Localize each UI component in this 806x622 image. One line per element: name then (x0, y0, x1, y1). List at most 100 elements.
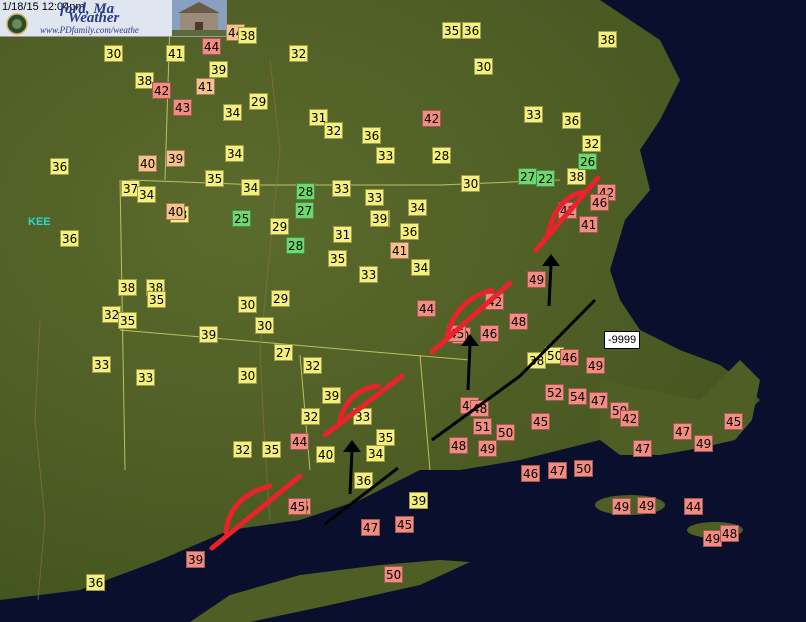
temperature-observation: 40 (166, 203, 186, 220)
temperature-observation: 35 (442, 22, 462, 39)
temperature-observation: 36 (462, 22, 482, 39)
temperature-observation: 49 (586, 357, 606, 374)
temperature-observation: 42 (422, 110, 442, 127)
temperature-observation: 43 (173, 99, 193, 116)
temperature-observation: 49 (612, 498, 632, 515)
temperature-observation: 29 (249, 93, 269, 110)
temperature-observation: 48 (720, 525, 740, 542)
temperature-observation: 30 (474, 58, 494, 75)
temperature-observation: 51 (473, 418, 493, 435)
temperature-observation: 42 (558, 202, 578, 219)
weather-map: 3031342424443841443938424130294334313236… (0, 0, 806, 622)
temperature-observation: 38 (118, 279, 138, 296)
temperature-observation: 45 (724, 413, 744, 430)
temperature-observation: 33 (353, 408, 373, 425)
temperature-observation: 41 (579, 216, 599, 233)
temperature-observation: 35 (376, 429, 396, 446)
temperature-observation: 39 (166, 150, 186, 167)
temperature-observation: 44 (202, 38, 222, 55)
temperature-observation: 39 (186, 551, 206, 568)
temperature-observation: 42 (485, 293, 505, 310)
temperature-observation: 39 (370, 210, 390, 227)
temperature-observation: 36 (400, 223, 420, 240)
site-header: 1/18/15 12:04pm ford, Ma Weather www.PDf… (0, 0, 227, 37)
temperature-observation: 40 (316, 446, 336, 463)
temperature-observation: 41 (390, 242, 410, 259)
temperature-observation: 41 (196, 78, 216, 95)
temperature-observation: 22 (536, 170, 556, 187)
temperature-observation: 44 (684, 498, 704, 515)
temperature-observation: 34 (241, 179, 261, 196)
temperature-observation: 47 (673, 423, 693, 440)
temperature-observation: 25 (232, 210, 252, 227)
temperature-observation: 47 (589, 392, 609, 409)
temperature-observation: 39 (409, 492, 429, 509)
temperature-observation: 32 (582, 135, 602, 152)
temperature-observation: 39 (322, 387, 342, 404)
temperature-observation: 45 (395, 516, 415, 533)
temperature-observation: 33 (365, 189, 385, 206)
temperature-observation: 30 (255, 317, 275, 334)
temperature-observation: 39 (209, 61, 229, 78)
temperature-observation: 30 (238, 367, 258, 384)
temperature-observation: 30 (104, 45, 124, 62)
temperature-observation: 45 (531, 413, 551, 430)
temperature-observation: 27 (518, 168, 538, 185)
temperature-observation: 36 (354, 472, 374, 489)
temperature-observation: 35 (328, 250, 348, 267)
temperature-observation: 48 (509, 313, 529, 330)
temperature-observation: 38 (527, 352, 547, 369)
temperature-observation: 49 (527, 271, 547, 288)
temperature-observation: 39 (199, 326, 219, 343)
temperature-observation: 31 (333, 226, 353, 243)
temperature-observation: 32 (301, 408, 321, 425)
temperature-observation: 33 (524, 106, 544, 123)
temperature-observation: 46 (560, 349, 580, 366)
temperature-observation: 46 (480, 325, 500, 342)
temperature-observation: 50 (384, 566, 404, 583)
temperature-observation: 50 (496, 424, 516, 441)
temperature-observation: 36 (60, 230, 80, 247)
temperature-observation: 27 (274, 344, 294, 361)
temperature-observation: 33 (332, 180, 352, 197)
town-seal-icon (6, 13, 28, 35)
temperature-observation: 52 (545, 384, 565, 401)
temperature-observation: 26 (578, 153, 598, 170)
temperature-observation: 45 (288, 498, 308, 515)
temperature-observation: 36 (86, 574, 106, 591)
temperature-observation: 30 (238, 296, 258, 313)
temperature-observation: 46 (521, 465, 541, 482)
temperature-observation: 32 (233, 441, 253, 458)
temperature-observation: 34 (411, 259, 431, 276)
temperature-observation: 33 (136, 369, 156, 386)
temperature-observation: 47 (361, 519, 381, 536)
temperature-observation: 29 (271, 290, 291, 307)
temperature-observation: 44 (417, 300, 437, 317)
temperature-observation: 32 (324, 122, 344, 139)
temperature-observation: 47 (548, 462, 568, 479)
temperature-observation: 49 (637, 497, 657, 514)
temperature-observation: 34 (223, 104, 243, 121)
temperature-observation: 49 (478, 440, 498, 457)
missing-value-label: -9999 (604, 331, 641, 349)
temperature-observation: 28 (286, 237, 306, 254)
temperature-observation: 35 (205, 170, 225, 187)
temperature-observation: 48 (449, 437, 469, 454)
temperature-observation: 30 (461, 175, 481, 192)
temperature-observation: 34 (225, 145, 245, 162)
temperature-observation: 44 (290, 433, 310, 450)
temperature-observation: 27 (295, 202, 315, 219)
temperature-observation: 45 (447, 325, 467, 342)
temperature-observation: 49 (694, 435, 714, 452)
temperature-observation: 42 (620, 410, 640, 427)
temperature-observation: 48 (470, 400, 490, 417)
temperature-observation: 28 (432, 147, 452, 164)
temperature-observation: 34 (137, 186, 157, 203)
temperature-observation: 32 (289, 45, 309, 62)
temperature-observation: 47 (633, 440, 653, 457)
temperature-observation: 35 (262, 441, 282, 458)
temperature-observation: 33 (376, 147, 396, 164)
temperature-observation: 29 (270, 218, 290, 235)
temperature-observation: 34 (366, 445, 386, 462)
header-url: www.PDfamily.com/weathe (40, 25, 139, 35)
